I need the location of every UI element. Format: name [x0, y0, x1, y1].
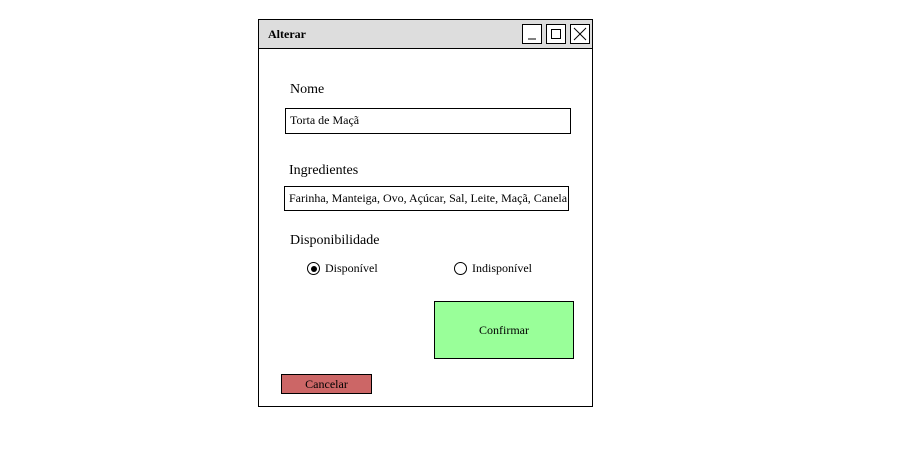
edit-dialog: Alterar Nome Torta de Maçã Ingredientes — [258, 19, 593, 407]
radio-unavailable[interactable]: Indisponível — [454, 261, 532, 276]
radio-available-label: Disponível — [325, 261, 378, 275]
name-label: Nome — [290, 82, 325, 97]
close-icon — [573, 27, 587, 41]
minimize-icon — [528, 38, 536, 40]
ingredients-input[interactable]: Farinha, Manteiga, Ovo, Açúcar, Sal, Lei… — [284, 186, 569, 211]
title-bar: Alterar — [259, 20, 592, 49]
minimize-button[interactable] — [522, 24, 542, 44]
cancel-button[interactable]: Cancelar — [281, 374, 372, 394]
ingredients-label: Ingredientes — [289, 163, 359, 178]
availability-label: Disponibilidade — [290, 233, 380, 248]
close-button[interactable] — [570, 24, 590, 44]
name-input[interactable]: Torta de Maçã — [285, 108, 571, 134]
maximize-icon — [551, 29, 561, 39]
radio-unselected-icon[interactable] — [454, 262, 467, 275]
radio-selected-icon[interactable] — [307, 262, 320, 275]
canvas: Alterar Nome Torta de Maçã Ingredientes — [0, 0, 899, 449]
radio-available[interactable]: Disponível — [307, 261, 378, 276]
confirm-button[interactable]: Confirmar — [434, 301, 574, 359]
window-title: Alterar — [268, 27, 306, 41]
maximize-button[interactable] — [546, 24, 566, 44]
radio-unavailable-label: Indisponível — [472, 261, 532, 275]
